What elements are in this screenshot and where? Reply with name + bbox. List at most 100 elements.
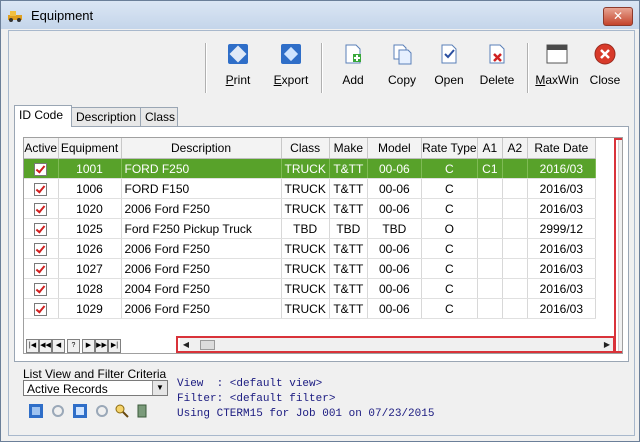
window-close-button[interactable]: ✕ [603,7,633,26]
cell-rate-date[interactable]: 2016/03 [527,278,596,299]
cell-a1[interactable] [477,298,503,319]
cell-make[interactable]: T&TT [329,278,368,299]
cell-a2[interactable] [502,218,528,239]
maxwin-button[interactable]: MaxWin [535,39,579,95]
table-row[interactable]: 1025 Ford F250 Pickup Truck TBD TBD TBD O 2999… [24,218,596,239]
scroll-down-arrow-icon[interactable]: ▼ [619,335,622,350]
sync-icon[interactable] [95,404,109,418]
cell-class[interactable]: TRUCK [281,198,330,219]
cell-equipment[interactable]: 1006 [58,178,122,199]
cell-class[interactable]: TRUCK [281,158,330,179]
cell-rate-date[interactable]: 2016/03 [527,198,596,219]
cell-description[interactable]: 2004 Ford F250 [121,278,282,299]
active-checkbox[interactable] [34,162,48,176]
active-checkbox[interactable] [34,202,48,216]
col-equipment[interactable]: Equipment [58,138,122,159]
cell-class[interactable]: TBD [281,218,330,239]
cell-description[interactable]: 2006 Ford F250 [121,238,282,259]
active-checkbox-cell[interactable] [24,258,59,279]
cell-rate-type[interactable]: C [421,258,478,279]
cell-equipment[interactable]: 1025 [58,218,122,239]
cell-a2[interactable] [502,238,528,259]
cell-make[interactable]: T&TT [329,158,368,179]
cell-a1[interactable] [477,178,503,199]
cell-equipment[interactable]: 1001 [58,158,122,179]
cell-rate-type[interactable]: C [421,278,478,299]
add-button[interactable]: Add [331,39,375,95]
cell-description[interactable]: 2006 Ford F250 [121,298,282,319]
cell-a2[interactable] [502,198,528,219]
cell-model[interactable]: 00-06 [367,158,422,179]
active-checkbox[interactable] [34,302,48,316]
horizontal-scrollbar[interactable]: ◀ ▶ [180,338,613,351]
document-icon[interactable] [135,404,149,418]
cell-description[interactable]: 2006 Ford F250 [121,198,282,219]
cell-rate-type[interactable]: C [421,158,478,179]
cell-a1[interactable] [477,238,503,259]
col-class[interactable]: Class [281,138,330,159]
cell-class[interactable]: TRUCK [281,298,330,319]
cell-class[interactable]: TRUCK [281,238,330,259]
cell-a2[interactable] [502,158,528,179]
open-button[interactable]: Open [427,39,471,95]
cell-make[interactable]: T&TT [329,258,368,279]
cell-rate-date[interactable]: 2016/03 [527,158,596,179]
refresh-icon[interactable] [51,404,65,418]
cell-equipment[interactable]: 1029 [58,298,122,319]
cell-a1[interactable]: C1 [477,158,503,179]
table-row[interactable]: 1001 FORD F250 TRUCK T&TT 00-06 C C1 2016/03 [24,158,596,179]
chevron-down-icon[interactable]: ▼ [152,381,167,395]
table-row[interactable]: 1020 2006 Ford F250 TRUCK T&TT 00-06 C 2016/03 [24,198,596,219]
cell-make[interactable]: T&TT [329,198,368,219]
cell-rate-type[interactable]: O [421,218,478,239]
table-row[interactable]: 1006 FORD F150 TRUCK T&TT 00-06 C 2016/03 [24,178,596,199]
cell-rate-type[interactable]: C [421,238,478,259]
first-record-button[interactable]: |◀ [26,339,39,353]
next-page-button[interactable]: ▶▶ [95,339,108,353]
cell-equipment[interactable]: 1027 [58,258,122,279]
cell-a1[interactable] [477,198,503,219]
title-bar[interactable]: Equipment ✕ [1,1,639,29]
horizontal-scroll-thumb[interactable] [200,340,215,350]
col-rate-date[interactable]: Rate Date [527,138,596,159]
cell-rate-type[interactable]: C [421,178,478,199]
table-row[interactable]: 1028 2004 Ford F250 TRUCK T&TT 00-06 C 2016/03 [24,278,596,299]
vertical-scroll-thumb[interactable] [622,240,623,256]
cell-a1[interactable] [477,218,503,239]
next-record-button[interactable]: ▶ [82,339,95,353]
cell-equipment[interactable]: 1026 [58,238,122,259]
print-button[interactable]: Print [216,39,260,95]
cell-a2[interactable] [502,298,528,319]
active-checkbox-cell[interactable] [24,178,59,199]
active-checkbox[interactable] [34,222,48,236]
export-button[interactable]: Export [269,39,313,95]
cell-rate-date[interactable]: 2016/03 [527,298,596,319]
cell-equipment[interactable]: 1028 [58,278,122,299]
prev-record-button[interactable]: ◀ [52,339,65,353]
find-button[interactable]: ? [67,339,80,353]
table-row[interactable]: 1027 2006 Ford F250 TRUCK T&TT 00-06 C 2016/03 [24,258,596,279]
cell-rate-date[interactable]: 2016/03 [527,178,596,199]
cell-model[interactable]: 00-06 [367,198,422,219]
tab-class[interactable]: Class [140,107,178,126]
active-checkbox[interactable] [34,242,48,256]
tab-id-code[interactable]: ID Code [14,105,72,127]
prev-page-button[interactable]: ◀◀ [39,339,52,353]
list-view-select[interactable]: Active Records ▼ [23,380,168,396]
active-checkbox-cell[interactable] [24,218,59,239]
cell-make[interactable]: T&TT [329,178,368,199]
view-icon[interactable] [29,404,43,418]
cell-a2[interactable] [502,258,528,279]
copy-button[interactable]: Copy [380,39,424,95]
cell-rate-type[interactable]: C [421,298,478,319]
cell-rate-date[interactable]: 2999/12 [527,218,596,239]
cell-rate-date[interactable]: 2016/03 [527,238,596,259]
cell-model[interactable]: 00-06 [367,278,422,299]
cell-description[interactable]: Ford F250 Pickup Truck [121,218,282,239]
active-checkbox-cell[interactable] [24,238,59,259]
cell-class[interactable]: TRUCK [281,178,330,199]
vertical-scrollbar[interactable]: ▲ ▼ [618,138,623,353]
cell-make[interactable]: T&TT [329,298,368,319]
col-model[interactable]: Model [367,138,422,159]
cell-model[interactable]: 00-06 [367,298,422,319]
